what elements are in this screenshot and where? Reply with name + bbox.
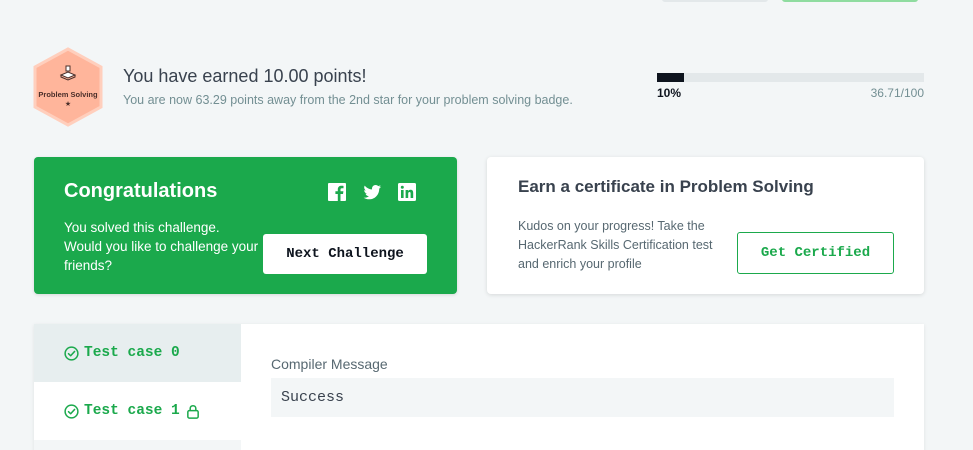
get-certified-button[interactable]: Get Certified [737,232,894,274]
congratulations-card: Congratulations You solved this challeng… [34,157,457,294]
test-case-label: Test case 1 [84,403,180,419]
compiler-message-label: Compiler Message [271,356,388,372]
test-results-section: Test case 0 Test case 1 Compiler Message… [34,324,924,450]
certificate-text: Kudos on your progress! Take the HackerR… [518,219,713,271]
badge-hexagon-icon [33,47,103,127]
lock-icon [186,404,199,419]
top-secondary-button[interactable] [662,0,768,2]
check-circle-icon [64,403,79,419]
badge-progress-bar [657,73,924,82]
next-challenge-button[interactable]: Next Challenge [263,234,427,274]
points-earned-title: You have earned 10.00 points! [123,66,367,86]
check-circle-icon [64,345,79,361]
test-case-output-panel: Compiler Message Success [241,324,924,450]
linkedin-icon[interactable] [397,182,417,202]
badge-progress-fill [657,73,684,82]
badge-star-icon: ★ [64,101,72,108]
badge-label: Problem Solving [38,90,98,99]
congratulations-text: You solved this challenge. Would you lik… [64,220,259,273]
progress-score: 36.71/100 [870,86,924,100]
twitter-icon[interactable] [362,182,382,202]
certificate-card: Earn a certificate in Problem Solving Ku… [487,157,924,294]
facebook-icon[interactable] [327,182,347,202]
tab-test-case-0[interactable]: Test case 0 [34,324,241,382]
congratulations-title: Congratulations [64,180,218,202]
certificate-title: Earn a certificate in Problem Solving [518,177,814,196]
tab-test-case-1[interactable]: Test case 1 [34,382,241,440]
test-case-label: Test case 0 [84,345,180,361]
points-earned-subtitle: You are now 63.29 points away from the 2… [123,93,573,107]
progress-percent: 10% [657,86,682,100]
keyboard-icon [59,65,77,81]
problem-solving-badge: Problem Solving ★ [32,47,104,127]
compiler-message-output: Success [271,378,894,417]
top-primary-button[interactable] [782,0,918,2]
